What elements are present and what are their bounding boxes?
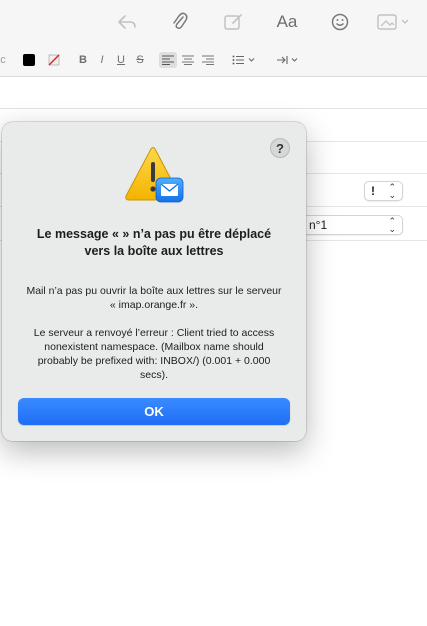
alert-message: Mail n’a pas pu ouvrir la boîte aux lett… (24, 284, 284, 396)
alert-title: Le message « » n’a pas pu être déplacé v… (20, 226, 288, 260)
attachment-icon[interactable] (170, 10, 190, 34)
alert-title-line: vers la boîte aux lettres (84, 244, 224, 258)
emoji-icon[interactable] (329, 10, 351, 34)
align-left-icon[interactable] (159, 52, 177, 68)
signature-value: n°1 (309, 218, 328, 232)
chevron-updown-icon: ⌃ ⌄ (388, 182, 396, 200)
photo-browser-icon[interactable] (376, 10, 412, 34)
background-color-icon[interactable] (46, 52, 62, 68)
help-button[interactable]: ? (270, 138, 290, 158)
bold-button[interactable]: B (77, 52, 89, 68)
indent-menu[interactable] (275, 52, 301, 68)
format-bar: c B I U S (0, 44, 427, 77)
text-color-swatch[interactable] (22, 52, 36, 68)
warning-mail-icon (120, 146, 186, 206)
compose-toolbar: Aa (0, 0, 427, 44)
alert-message-paragraph: Mail n’a pas pu ouvrir la boîte aux lett… (26, 285, 282, 311)
font-format-icon[interactable]: Aa (275, 10, 299, 34)
align-center-icon[interactable] (180, 52, 196, 68)
alert-message-paragraph: Le serveur a renvoyé l’erreur : Client t… (33, 327, 275, 381)
markup-icon[interactable] (223, 10, 245, 34)
priority-popup[interactable]: ! ⌃ ⌄ (364, 181, 403, 201)
ok-button[interactable]: OK (18, 398, 290, 425)
underline-button[interactable]: U (115, 52, 127, 68)
italic-button[interactable]: I (96, 52, 108, 68)
signature-popup[interactable]: n°1 ⌃ ⌄ (302, 215, 403, 235)
chevron-updown-icon: ⌃ ⌄ (388, 216, 396, 234)
alert-title-line: Le message « » n’a pas pu être déplacé (36, 227, 272, 241)
strikethrough-button[interactable]: S (134, 52, 146, 68)
header-divider (0, 108, 427, 109)
align-right-icon[interactable] (200, 52, 216, 68)
font-size-stepper-edge[interactable]: c (0, 52, 6, 68)
priority-value: ! (371, 184, 375, 198)
error-alert-dialog: ? Le message « » n’a pas pu être déplacé… (2, 122, 306, 441)
list-style-menu[interactable] (231, 52, 257, 68)
reply-icon[interactable] (116, 10, 138, 34)
